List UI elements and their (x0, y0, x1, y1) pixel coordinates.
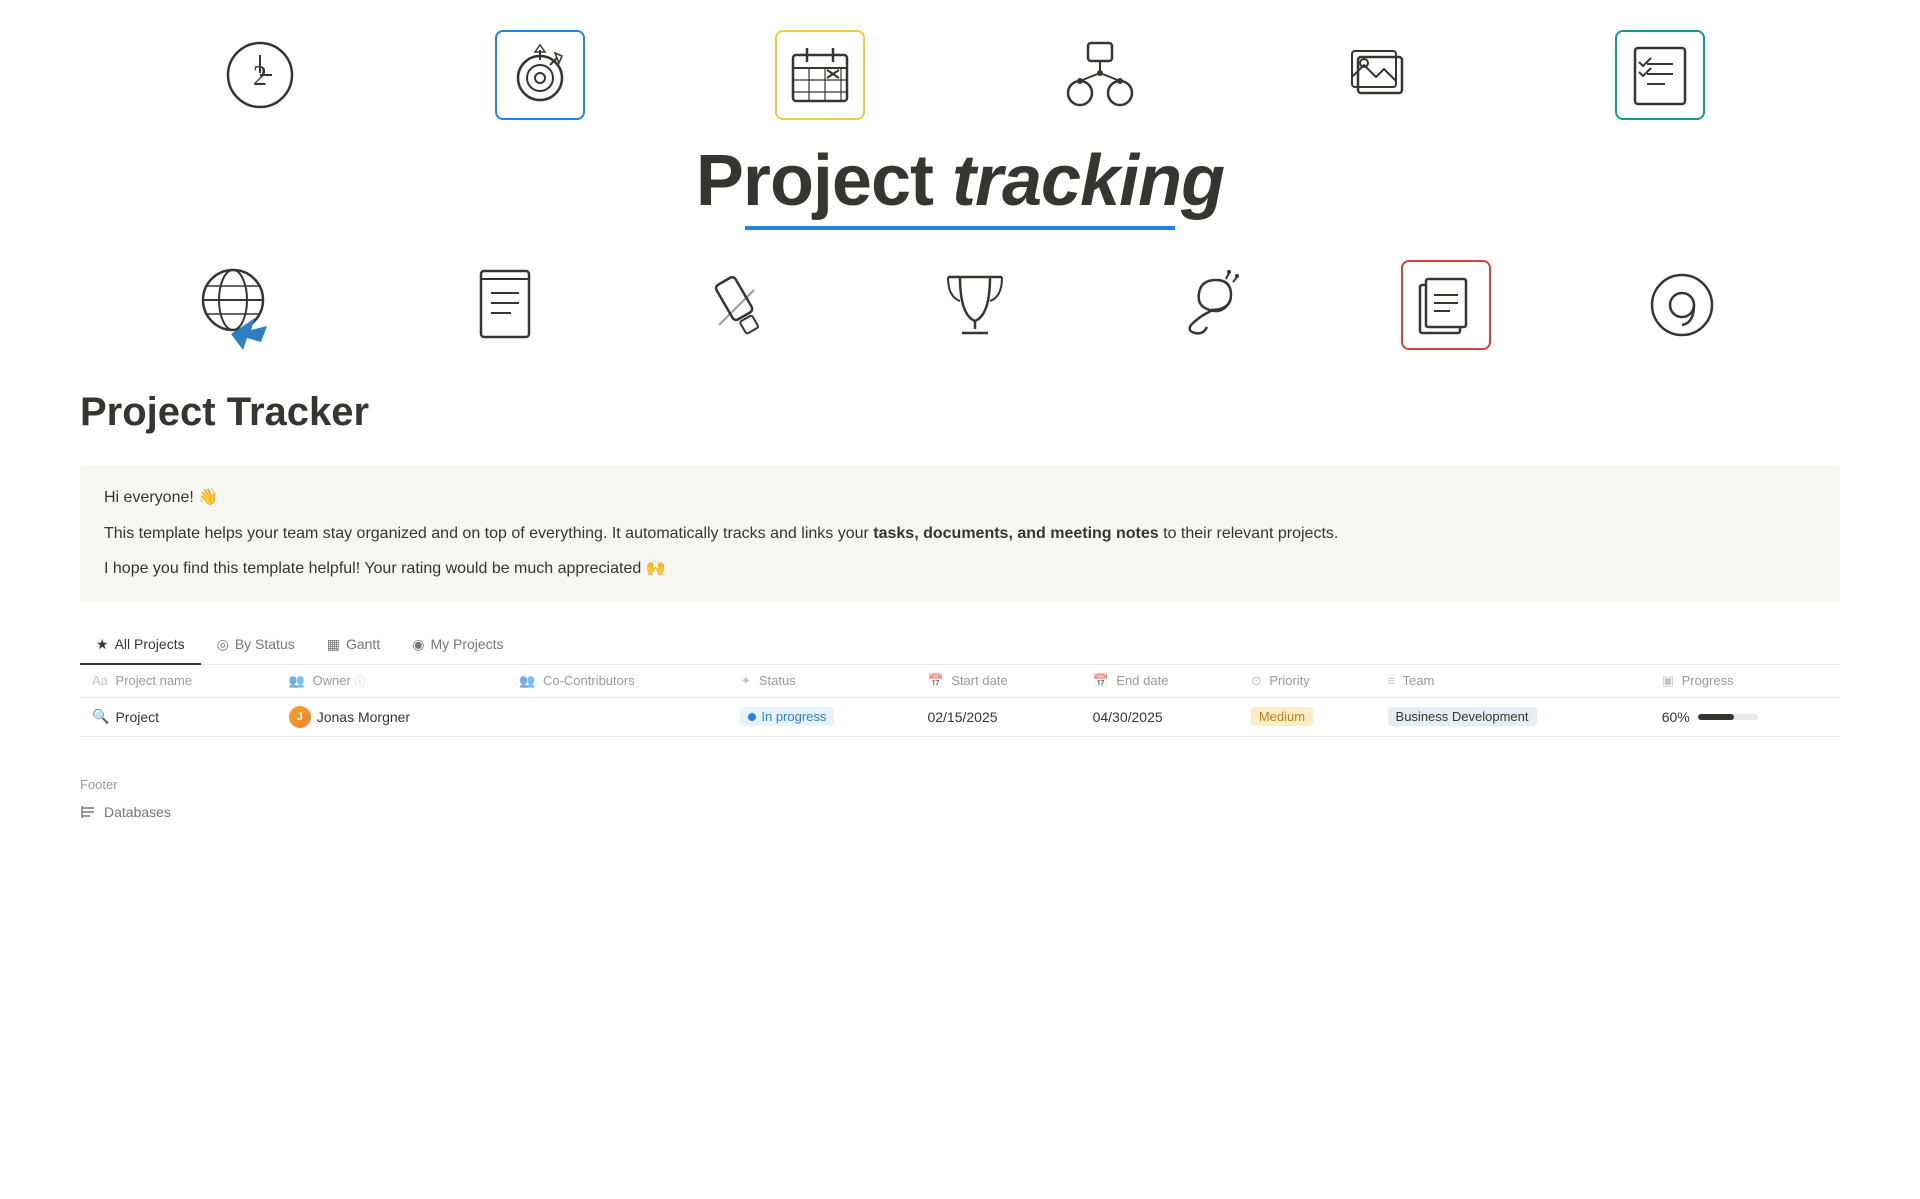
tab-label-all-projects: All Projects (115, 636, 185, 652)
flow-diagram-icon (1055, 30, 1145, 120)
footer-section: Footer Databases (80, 777, 1840, 824)
at-symbol-icon (1637, 260, 1727, 350)
th-icon-owner: 👥 (289, 673, 305, 688)
project-table: Aa Project name 👥 Owner ⓘ 👥 Co-Contribut… (80, 665, 1840, 737)
td-status: In progress (728, 697, 915, 736)
th-project-name: Aa Project name (80, 665, 277, 698)
th-status: ✦ Status (728, 665, 915, 698)
progress-container: 60% (1662, 709, 1828, 725)
tab-icon-my-projects: ◉ (412, 636, 424, 653)
th-icon-progress: ▣ (1662, 673, 1674, 688)
photo-stack-icon (1335, 30, 1425, 120)
databases-icon (80, 804, 96, 820)
end-date-text: 04/30/2025 (1093, 709, 1163, 725)
checklist-icon (1615, 30, 1705, 120)
td-progress: 60% (1650, 697, 1840, 736)
snail-icon (1166, 260, 1256, 350)
td-end-date: 04/30/2025 (1081, 697, 1239, 736)
tab-by-status[interactable]: ◎ By Status (201, 626, 311, 665)
tab-label-my-projects: My Projects (430, 636, 503, 652)
td-start-date: 02/15/2025 (915, 697, 1080, 736)
td-team: Business Development (1376, 697, 1650, 736)
td-owner: J Jonas Morgner (277, 697, 507, 736)
title-italic: tracking (952, 141, 1224, 221)
tab-label-by-status: By Status (235, 636, 295, 652)
clock-icon: 2 (215, 30, 305, 120)
th-team: ≡ Team (1376, 665, 1650, 698)
th-end-date: 📅 End date (1081, 665, 1239, 698)
th-icon-end-date: 📅 (1093, 673, 1109, 688)
main-heading: Project tracking (0, 140, 1920, 222)
tabs-container: ★ All Projects ◎ By Status ▦ Gantt ◉ My … (80, 626, 1840, 665)
tab-icon-gantt: ▦ (327, 636, 340, 653)
owner-avatar-text: J (297, 711, 303, 723)
page-title: Project Tracker (80, 390, 1840, 435)
th-icon-start-date: 📅 (927, 673, 943, 688)
project-search-icon: 🔍 (92, 708, 109, 725)
progress-label: 60% (1662, 709, 1690, 725)
trophy-icon (930, 260, 1020, 350)
document-stack-icon (1401, 260, 1491, 350)
td-co-contributors (507, 697, 728, 736)
databases-label: Databases (104, 804, 171, 820)
th-icon-project-name: Aa (92, 673, 108, 688)
title-normal: Project (696, 141, 952, 221)
table-row[interactable]: 🔍 Project J Jonas Morgner (80, 697, 1840, 736)
tab-label-gantt: Gantt (346, 636, 380, 652)
start-date-text: 02/15/2025 (927, 709, 997, 725)
middle-icons-row (0, 250, 1920, 370)
info-line3: I hope you find this template helpful! Y… (104, 556, 1816, 582)
th-owner: 👥 Owner ⓘ (277, 665, 507, 698)
th-co-contributors: 👥 Co-Contributors (507, 665, 728, 698)
footer-databases-item[interactable]: Databases (80, 800, 1840, 824)
title-section: Project tracking (0, 140, 1920, 230)
status-text: In progress (761, 709, 826, 724)
tab-icon-all-projects: ★ (96, 636, 109, 653)
page-header: Project Tracker (0, 370, 1920, 465)
info-box: Hi everyone! 👋 This template helps your … (80, 465, 1840, 602)
td-priority: Medium (1239, 697, 1376, 736)
status-dot (748, 713, 756, 721)
title-underline (745, 226, 1175, 230)
th-owner-info: ⓘ (354, 676, 365, 688)
td-project-name: 🔍 Project (80, 697, 277, 736)
owner-name-text: Jonas Morgner (317, 709, 410, 725)
tab-gantt[interactable]: ▦ Gantt (311, 626, 396, 665)
owner-avatar: J (289, 706, 311, 728)
project-name-text: Project (115, 709, 159, 725)
table-header-row: Aa Project name 👥 Owner ⓘ 👥 Co-Contribut… (80, 665, 1840, 698)
tab-icon-by-status: ◎ (217, 636, 229, 653)
globe-arrow-group (193, 260, 313, 350)
info-line2: This template helps your team stay organ… (104, 521, 1816, 547)
th-start-date: 📅 Start date (915, 665, 1080, 698)
team-badge: Business Development (1388, 707, 1537, 726)
calendar-icon (775, 30, 865, 120)
th-icon-team: ≡ (1388, 673, 1396, 688)
project-name-cell: 🔍 Project (92, 708, 265, 725)
target-dart-icon (495, 30, 585, 120)
priority-badge: Medium (1251, 707, 1313, 726)
progress-bar-fill (1698, 714, 1734, 720)
th-icon-status: ✦ (740, 673, 751, 688)
th-icon-priority: ⊙ (1251, 673, 1262, 688)
owner-cell: J Jonas Morgner (289, 706, 495, 728)
top-icons-row: 2 (0, 0, 1920, 130)
th-priority: ⊙ Priority (1239, 665, 1376, 698)
table-wrapper: Aa Project name 👥 Owner ⓘ 👥 Co-Contribut… (80, 665, 1840, 737)
notebook-icon (459, 260, 549, 350)
tab-all-projects[interactable]: ★ All Projects (80, 626, 201, 665)
footer-label: Footer (80, 777, 1840, 792)
th-icon-co-contributors: 👥 (519, 673, 535, 688)
th-progress: ▣ Progress (1650, 665, 1840, 698)
art-tools-icon (694, 260, 784, 350)
status-badge: In progress (740, 707, 834, 726)
info-line1: Hi everyone! 👋 (104, 485, 1816, 511)
tab-my-projects[interactable]: ◉ My Projects (396, 626, 519, 665)
progress-bar-bg (1698, 714, 1758, 720)
